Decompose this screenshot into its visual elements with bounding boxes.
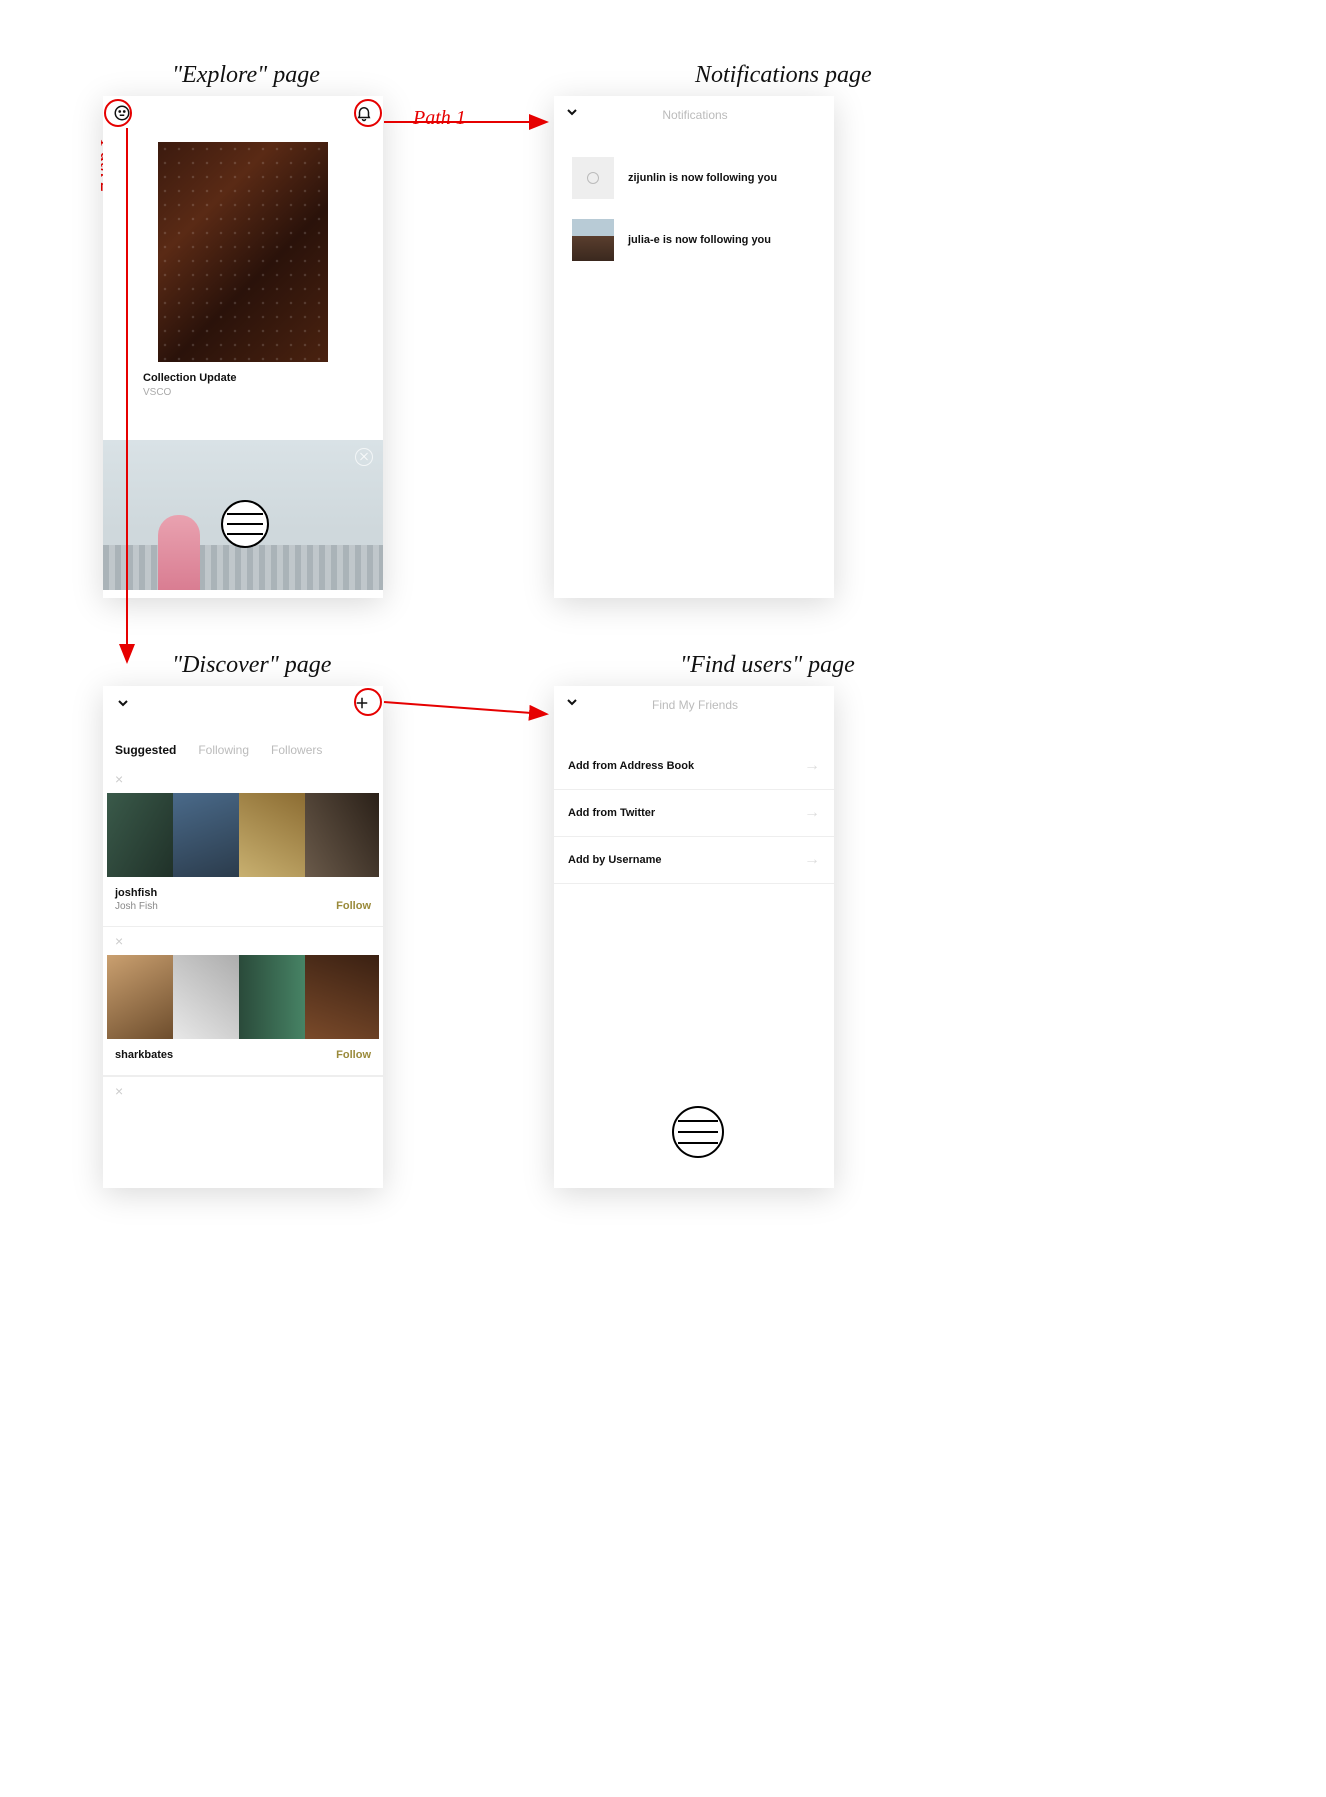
notification-item[interactable]: julia-e is now following you <box>554 209 834 271</box>
secondary-card[interactable] <box>103 440 383 590</box>
dismiss-suggestion-icon[interactable]: × <box>103 1076 383 1105</box>
find-option-row[interactable]: Add by Username → <box>554 837 834 884</box>
arrow-right-icon: → <box>804 757 820 775</box>
arrow-right-icon: → <box>804 851 820 869</box>
label-notifications: Notifications page <box>695 62 872 89</box>
arrow-right-icon: → <box>804 804 820 822</box>
find-option-row[interactable]: Add from Address Book → <box>554 743 834 790</box>
suggested-user-row[interactable]: sharkbates Follow <box>103 1039 383 1076</box>
tab-suggested[interactable]: Suggested <box>115 743 176 757</box>
featured-image[interactable] <box>158 142 328 362</box>
notification-item[interactable]: zijunlin is now following you <box>554 147 834 209</box>
discover-tabs: Suggested Following Followers <box>103 725 383 765</box>
screen-find-users: Find My Friends Add from Address Book → … <box>554 686 834 1188</box>
arrow-plus-to-find <box>384 702 545 714</box>
screen-discover: Suggested Following Followers × joshfish… <box>103 686 383 1188</box>
user-collage[interactable] <box>103 793 383 877</box>
screen-explore: Collection Update VSCO <box>103 96 383 598</box>
realname: Josh Fish <box>115 901 158 912</box>
notifications-title: Notifications <box>580 108 810 122</box>
dismiss-icon[interactable] <box>355 448 373 466</box>
vsco-logo-icon <box>221 500 269 548</box>
label-path1: Path 1 <box>413 107 466 130</box>
find-option-label: Add by Username <box>568 854 662 866</box>
find-title: Find My Friends <box>580 698 810 712</box>
chevron-down-icon[interactable] <box>115 695 131 716</box>
chevron-down-icon[interactable] <box>564 104 580 125</box>
user-collage[interactable] <box>103 955 383 1039</box>
notification-text: zijunlin is now following you <box>628 172 777 184</box>
tab-following[interactable]: Following <box>198 743 249 757</box>
label-discover: "Discover" page <box>172 652 331 679</box>
find-option-row[interactable]: Add from Twitter → <box>554 790 834 837</box>
suggested-user-row[interactable]: joshfish Josh Fish Follow <box>103 877 383 927</box>
highlight-bell-icon <box>354 99 382 127</box>
card-subtitle: VSCO <box>143 387 343 398</box>
label-explore: "Explore" page <box>172 62 320 89</box>
username: joshfish <box>115 887 158 899</box>
highlight-plus-icon <box>354 688 382 716</box>
avatar-placeholder <box>572 157 614 199</box>
find-option-label: Add from Twitter <box>568 807 655 819</box>
avatar-image <box>572 219 614 261</box>
follow-button[interactable]: Follow <box>336 1049 371 1061</box>
tab-followers[interactable]: Followers <box>271 743 322 757</box>
label-findusers: "Find users" page <box>680 652 855 679</box>
dismiss-suggestion-icon[interactable]: × <box>103 765 383 793</box>
card-title: Collection Update <box>143 372 343 384</box>
username: sharkbates <box>115 1049 173 1061</box>
vsco-logo-icon <box>672 1106 724 1158</box>
screen-notifications: Notifications zijunlin is now following … <box>554 96 834 598</box>
chevron-down-icon[interactable] <box>564 694 580 715</box>
flow-diagram: "Explore" page Notifications page "Disco… <box>0 0 1326 1797</box>
find-option-label: Add from Address Book <box>568 760 694 772</box>
follow-button[interactable]: Follow <box>336 900 371 912</box>
highlight-face-icon <box>104 99 132 127</box>
dismiss-suggestion-icon[interactable]: × <box>103 927 383 955</box>
notification-text: julia-e is now following you <box>628 234 771 246</box>
